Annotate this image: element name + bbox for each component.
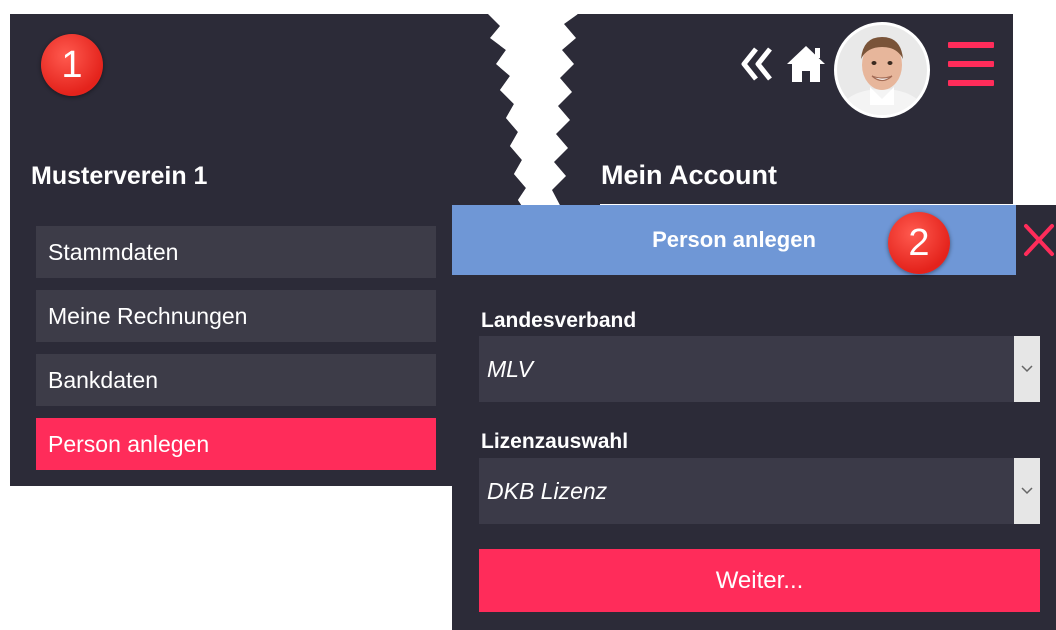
chevron-down-icon[interactable] [1014, 336, 1040, 402]
torn-edge-divider [460, 14, 600, 209]
chevron-down-icon[interactable] [1014, 458, 1040, 524]
landesverband-label: Landesverband [481, 309, 637, 332]
menu-item-person-anlegen[interactable]: Person anlegen [36, 418, 436, 470]
home-icon[interactable] [785, 44, 827, 84]
weiter-button[interactable]: Weiter... [479, 549, 1040, 612]
step-1-badge: 1 [41, 34, 103, 96]
double-chevron-left-icon[interactable] [741, 45, 775, 83]
lizenzauswahl-label: Lizenzauswahl [481, 430, 629, 453]
menu-item-meine-rechnungen[interactable]: Meine Rechnungen [36, 290, 436, 342]
step-2-badge: 2 [888, 212, 950, 274]
landesverband-value: MLV [487, 356, 534, 382]
club-title: Musterverein 1 [31, 162, 208, 190]
menu-item-stammdaten[interactable]: Stammdaten [36, 226, 436, 278]
lizenzauswahl-value: DKB Lizenz [487, 478, 608, 504]
avatar[interactable] [834, 22, 930, 118]
lizenzauswahl-select[interactable]: DKB Lizenz [479, 458, 1040, 524]
landesverband-select[interactable]: MLV [479, 336, 1040, 402]
close-icon[interactable] [1022, 222, 1056, 258]
account-title: Mein Account [601, 160, 778, 190]
hamburger-menu-icon[interactable] [948, 40, 994, 88]
menu-item-bankdaten[interactable]: Bankdaten [36, 354, 436, 406]
user-photo [837, 25, 927, 115]
